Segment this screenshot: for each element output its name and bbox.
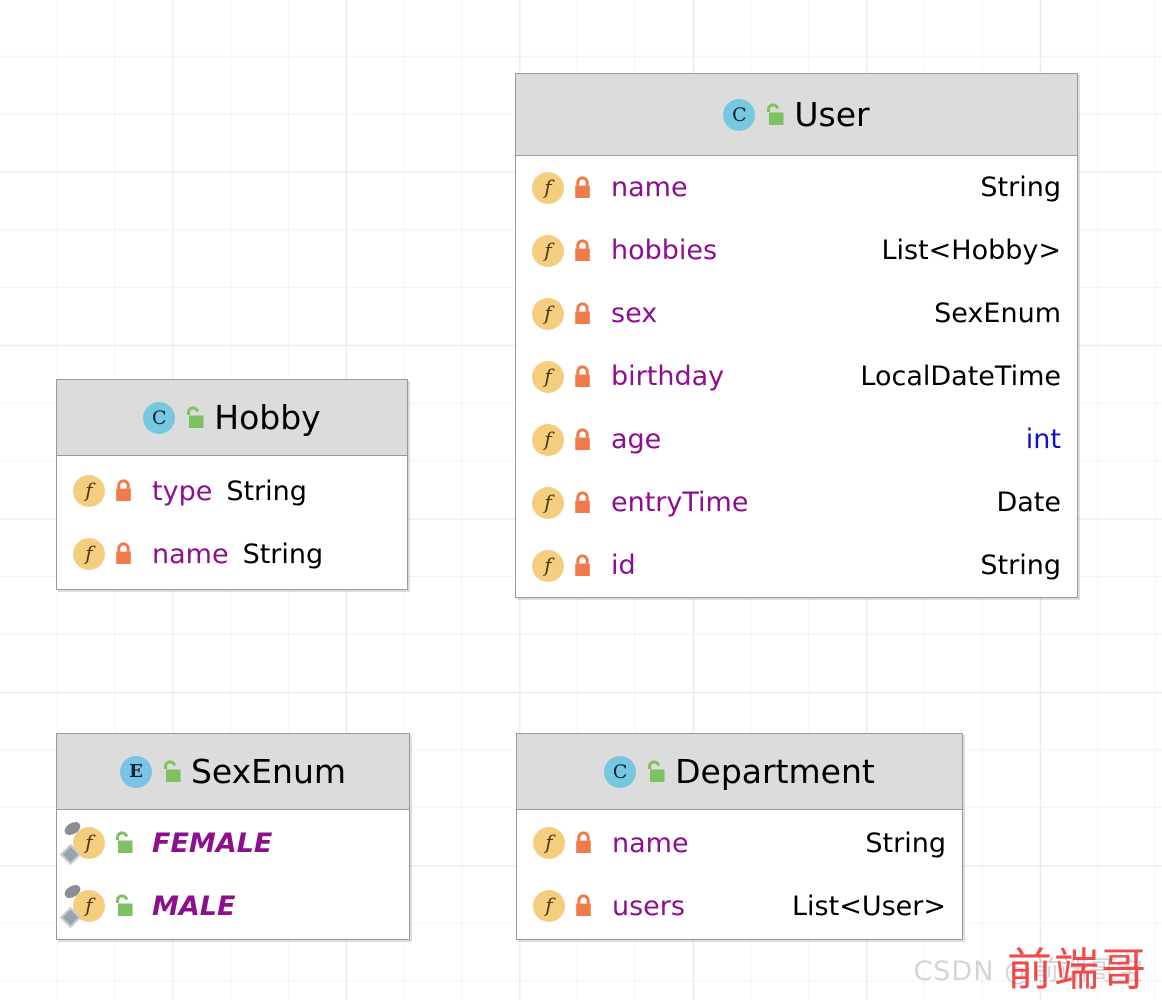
field-icon: f [59, 819, 105, 866]
field-row[interactable]: f name String [516, 156, 1077, 219]
lock-open-icon [645, 759, 666, 784]
field-name: type [152, 475, 213, 507]
lock-closed-icon [572, 364, 593, 389]
field-type: String [980, 172, 1061, 203]
class-fields-user: f name String f hobbies List<Hobby> f se… [516, 156, 1077, 597]
field-icon: f [532, 486, 564, 519]
field-icon: f [532, 549, 564, 582]
enum-constant-row[interactable]: f FEMALE [57, 812, 409, 875]
enum-constants-sexenum: f FEMALE f MALE [57, 810, 409, 939]
field-name: birthday [611, 361, 725, 392]
field-type: SexEnum [934, 298, 1061, 329]
field-row[interactable]: f sex SexEnum [516, 282, 1077, 345]
class-name-department: Department [675, 752, 875, 791]
class-fields-department: f name String f users List<User> [517, 810, 962, 939]
uml-class-user[interactable]: C User f name String f hobbies List<Hobb… [515, 73, 1078, 598]
static-badge-icon [62, 882, 83, 901]
field-name: name [611, 172, 688, 203]
field-type: String [226, 475, 307, 507]
field-type: String [242, 538, 324, 570]
field-icon: f [73, 475, 105, 507]
field-name: hobbies [611, 235, 718, 266]
field-row[interactable]: f type String [57, 460, 407, 523]
field-row[interactable]: f id String [516, 534, 1077, 597]
field-row[interactable]: f users List<User> [517, 875, 962, 938]
lock-open-icon [764, 102, 785, 127]
class-name-user: User [794, 95, 870, 134]
class-name-hobby: Hobby [214, 398, 321, 437]
enum-constant-row[interactable]: f MALE [57, 875, 409, 938]
field-icon: f [533, 890, 565, 922]
field-icon: f [532, 234, 564, 267]
lock-closed-icon [572, 238, 593, 263]
lock-closed-icon [113, 479, 134, 503]
class-header-user: C User [516, 74, 1077, 156]
lock-open-icon [113, 831, 134, 855]
field-type: String [980, 550, 1061, 581]
field-type: LocalDateTime [860, 361, 1061, 392]
field-name: sex [611, 298, 658, 329]
field-row[interactable]: f hobbies List<Hobby> [516, 219, 1077, 282]
lock-open-icon [113, 894, 134, 918]
field-icon: f [59, 882, 105, 929]
lock-closed-icon [573, 831, 594, 855]
static-badge-icon [62, 819, 83, 838]
field-type: List<User> [792, 890, 946, 922]
field-icon: f [73, 538, 105, 570]
lock-closed-icon [113, 542, 134, 566]
lock-closed-icon [572, 553, 593, 578]
field-row[interactable]: f birthday LocalDateTime [516, 345, 1077, 408]
field-icon: f [532, 360, 564, 393]
class-header-department: C Department [517, 734, 962, 810]
uml-class-department[interactable]: C Department f name String f users List<… [516, 733, 963, 940]
final-badge-icon [59, 906, 82, 929]
enum-constant-name: MALE [152, 890, 236, 922]
class-icon: C [723, 98, 756, 131]
field-row[interactable]: f age int [516, 408, 1077, 471]
field-icon: f [532, 297, 564, 330]
class-header-hobby: C Hobby [57, 380, 407, 456]
lock-closed-icon [572, 301, 593, 326]
field-name: users [612, 890, 685, 922]
lock-closed-icon [572, 427, 593, 452]
field-type: List<Hobby> [881, 235, 1061, 266]
field-row[interactable]: f entryTime Date [516, 471, 1077, 534]
final-badge-icon [59, 843, 82, 866]
field-row[interactable]: f name String [517, 812, 962, 875]
field-name: name [612, 827, 689, 859]
field-name: age [611, 424, 662, 455]
field-type: int [1025, 424, 1061, 455]
enum-name-sexenum: SexEnum [190, 752, 347, 791]
uml-class-hobby[interactable]: C Hobby f type String f name String [56, 379, 408, 590]
enum-constant-name: FEMALE [152, 827, 273, 859]
lock-closed-icon [572, 175, 593, 200]
class-fields-hobby: f type String f name String [57, 456, 407, 589]
class-icon: C [604, 755, 637, 788]
field-icon: f [532, 171, 564, 204]
class-icon: C [143, 401, 176, 434]
lock-open-icon [184, 405, 205, 430]
field-type: String [865, 827, 946, 859]
field-row[interactable]: f name String [57, 523, 407, 586]
lock-closed-icon [572, 490, 593, 515]
field-icon: f [533, 827, 565, 859]
field-name: id [611, 550, 636, 581]
enum-icon: E [119, 755, 152, 788]
enum-header-sexenum: E SexEnum [57, 734, 409, 810]
field-name: entryTime [611, 487, 749, 518]
field-type: Date [996, 487, 1061, 518]
lock-open-icon [161, 759, 182, 784]
field-icon: f [532, 423, 564, 456]
uml-enum-sexenum[interactable]: E SexEnum f FEMALE f MALE [56, 733, 410, 940]
field-name: name [152, 538, 229, 570]
lock-closed-icon [573, 894, 594, 918]
watermark-author: 前端哥 [1006, 943, 1148, 996]
